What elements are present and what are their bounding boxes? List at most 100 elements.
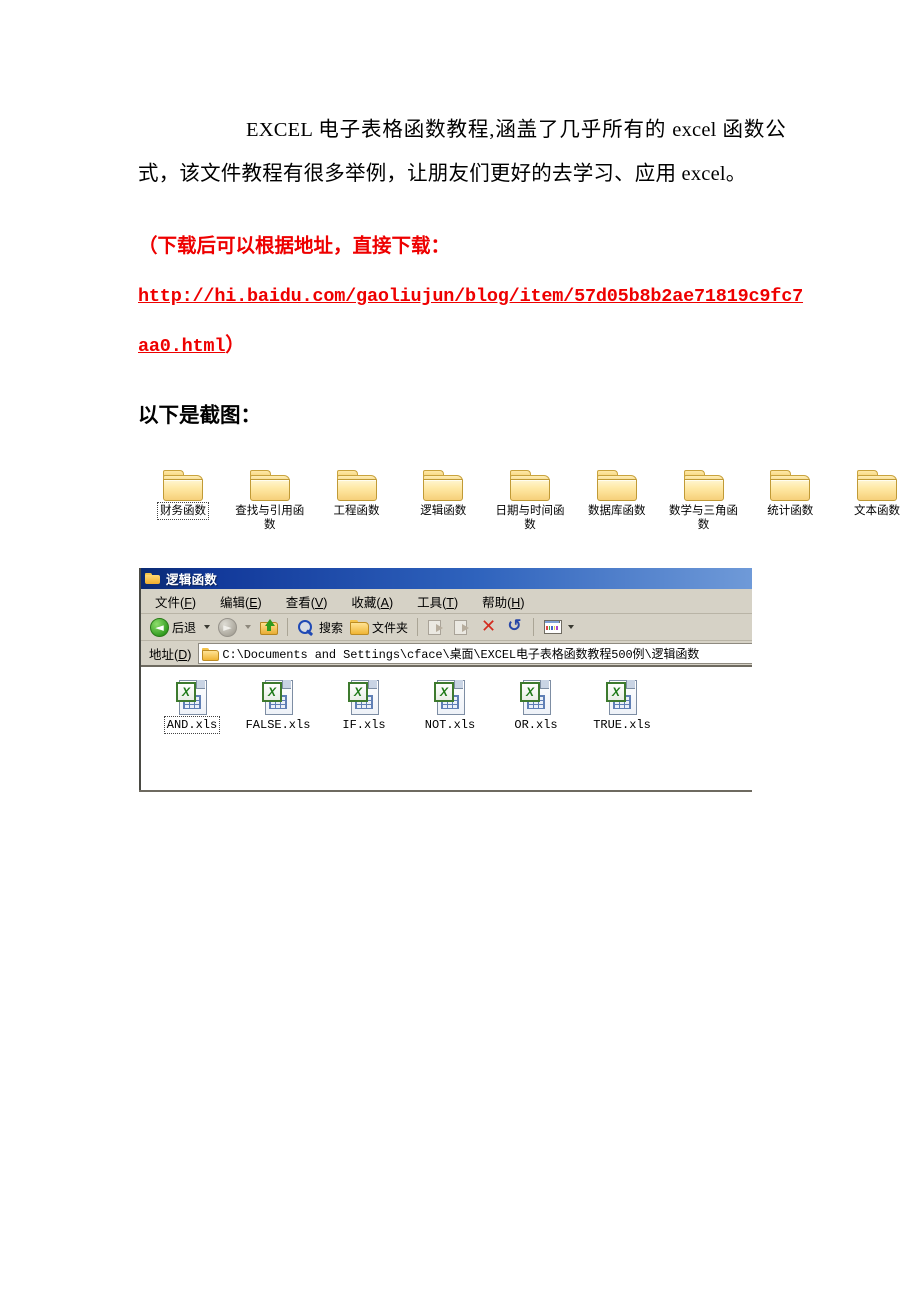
menu-accel: E [249, 595, 258, 610]
folder-icon [162, 468, 204, 502]
toolbar-separator [417, 618, 419, 636]
menu-accel: V [314, 595, 324, 610]
back-label: 后退 [172, 620, 197, 635]
search-icon [297, 618, 316, 636]
forward-history-dropdown-icon[interactable] [245, 625, 252, 629]
folder-item-chazhaoyuyinyong[interactable]: 查找与引用函数 [229, 468, 311, 532]
menu-item-help[interactable]: 帮助(H) [482, 592, 524, 611]
folder-icon [202, 647, 220, 661]
excel-badge: X [434, 682, 454, 702]
file-item-and[interactable]: X AND.xls [155, 679, 229, 734]
explorer-window: 逻辑函数 文件(F) 编辑(E) 查看(V) 收藏(A) 工具(T) 帮助(H)… [139, 568, 752, 789]
folder-label: 数学与三角函数 [669, 505, 738, 531]
file-label: AND.xls [163, 716, 221, 734]
folders-label: 文件夹 [372, 620, 409, 635]
file-list-pane[interactable]: X AND.xls X FALSE.xls X IF.xls X NOT.xls… [141, 667, 752, 789]
excel-badge: X [262, 682, 282, 702]
folders-icon [350, 618, 370, 636]
excel-badge: X [176, 682, 196, 702]
undo-button[interactable]: ↺ [503, 616, 526, 638]
menu-label: 查看 [285, 595, 311, 610]
folder-item-gongcheng[interactable]: 工程函数 [316, 468, 398, 518]
folder-item-luoji[interactable]: 逻辑函数 [402, 468, 484, 518]
address-accel: D [178, 647, 188, 662]
folder-icon [145, 572, 161, 585]
folder-item-shuxueyusanjiao[interactable]: 数学与三角函数 [663, 468, 745, 532]
up-button[interactable] [257, 616, 280, 638]
folders-button[interactable]: 文件夹 [348, 616, 410, 638]
folder-label: 工程函数 [333, 505, 380, 517]
folder-icon [769, 468, 811, 502]
file-item-false[interactable]: X FALSE.xls [241, 679, 315, 732]
back-history-dropdown-icon[interactable] [204, 625, 211, 629]
views-button[interactable] [541, 616, 579, 638]
folder-label: 逻辑函数 [420, 505, 467, 517]
download-url-part1[interactable]: http://hi.baidu.com/gaoliujun/blog/item/… [138, 286, 803, 307]
excel-file-icon: X [605, 679, 639, 715]
download-url-line1[interactable]: http://hi.baidu.com/gaoliujun/blog/item/… [138, 271, 803, 321]
back-button[interactable]: ◄ 后退 [148, 616, 198, 638]
menu-label: 文件 [155, 595, 181, 610]
folder-icon [422, 468, 464, 502]
download-url-line2[interactable]: aa0.html） [138, 321, 786, 371]
folder-label: 财务函数 [157, 502, 209, 520]
menu-item-favorites[interactable]: 收藏(A) [351, 592, 393, 611]
copy-to-icon [453, 618, 472, 636]
delete-icon: ✕ [481, 616, 497, 637]
address-path-text: C:\Documents and Settings\cface\桌面\EXCEL… [222, 647, 700, 662]
menu-item-edit[interactable]: 编辑(E) [220, 592, 262, 611]
file-label: FALSE.xls [245, 718, 311, 732]
excel-badge: X [606, 682, 626, 702]
move-to-button[interactable] [425, 616, 448, 638]
address-bar: 地址(D) C:\Documents and Settings\cface\桌面… [141, 641, 752, 667]
address-input[interactable]: C:\Documents and Settings\cface\桌面\EXCEL… [198, 642, 752, 664]
toolbar-separator [533, 618, 535, 636]
folder-item-caiwu[interactable]: 财务函数 [142, 468, 224, 520]
undo-icon: ↺ [507, 616, 522, 636]
forward-button[interactable]: ► [216, 616, 239, 638]
copy-to-button[interactable] [451, 616, 474, 638]
menu-item-view[interactable]: 查看(V) [286, 592, 328, 611]
delete-button[interactable]: ✕ [477, 616, 500, 638]
excel-file-icon: X [519, 679, 553, 715]
file-item-not[interactable]: X NOT.xls [413, 679, 487, 732]
document-body: EXCEL 电子表格函数教程,涵盖了几乎所有的 excel 函数公式，该文件教程… [138, 108, 803, 431]
views-dropdown-icon[interactable] [568, 625, 575, 629]
download-url-part2[interactable]: aa0.html [138, 336, 225, 357]
menu-item-file[interactable]: 文件(F) [155, 592, 196, 611]
menu-accel: H [511, 595, 521, 610]
menu-item-tools[interactable]: 工具(T) [417, 592, 458, 611]
views-icon [543, 618, 563, 636]
search-label: 搜索 [319, 620, 344, 635]
address-label: 地址(D) [149, 647, 192, 662]
file-item-if[interactable]: X IF.xls [327, 679, 401, 732]
file-item-or[interactable]: X OR.xls [499, 679, 573, 732]
folder-item-shujuku[interactable]: 数据库函数 [576, 468, 658, 518]
menu-label: 收藏 [351, 595, 377, 610]
search-button[interactable]: 搜索 [295, 616, 345, 638]
menu-accel: A [380, 595, 389, 610]
closing-paren: ） [225, 335, 245, 356]
excel-badge: X [520, 682, 540, 702]
folder-item-tongji[interactable]: 统计函数 [749, 468, 831, 518]
up-folder-icon [259, 618, 279, 636]
menu-accel: T [446, 595, 454, 610]
folder-icon [596, 468, 638, 502]
folder-item-wenben[interactable]: 文本函数 [836, 468, 918, 518]
forward-arrow-icon: ► [218, 617, 238, 637]
file-item-true[interactable]: X TRUE.xls [585, 679, 659, 732]
file-label: OR.xls [514, 718, 558, 732]
folder-item-riqiyushijian[interactable]: 日期与时间函数 [489, 468, 571, 532]
folder-icon [509, 468, 551, 502]
menu-label: 编辑 [220, 595, 246, 610]
folder-icon [249, 468, 291, 502]
folder-icon [683, 468, 725, 502]
excel-file-icon: X [347, 679, 381, 715]
file-label: IF.xls [342, 718, 386, 732]
download-note-text: （下载后可以根据地址，直接下载： [138, 236, 451, 257]
excel-badge: X [348, 682, 368, 702]
menu-bar: 文件(F) 编辑(E) 查看(V) 收藏(A) 工具(T) 帮助(H) [141, 589, 752, 614]
folder-label: 数据库函数 [588, 505, 646, 517]
excel-file-icon: X [433, 679, 467, 715]
title-bar: 逻辑函数 [141, 568, 752, 589]
